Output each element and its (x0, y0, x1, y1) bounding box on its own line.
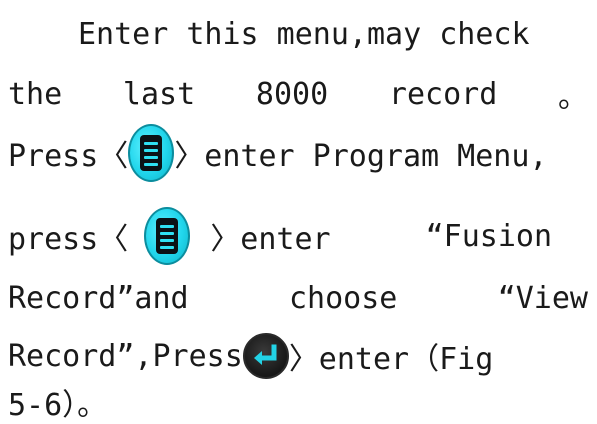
paragraph-line-6: Record”,Press 〉enter（Fig (8, 328, 588, 384)
text-press: Press〈 (8, 139, 129, 174)
period: 。 (558, 80, 588, 115)
text-enter-fig: 〉enter（Fig (288, 342, 494, 377)
record-count: 8000 (255, 76, 329, 112)
text-enter-2: 〉enter (210, 222, 331, 257)
menu-key-icon (128, 124, 175, 182)
text-record-press: Record”,Press (8, 338, 243, 374)
text-line-1: Enter this menu,may check (78, 16, 530, 52)
text-enter-program-menu: 〉enter Program Menu, (174, 139, 548, 174)
text-press-2: press〈 (8, 222, 129, 257)
manual-page: Enter this menu,may check the last 8000 … (0, 0, 597, 424)
text-view: “View (497, 280, 588, 316)
paragraph-line-4: press〈 〉enter “Fusion (8, 207, 588, 265)
text-fusion: “Fusion (425, 218, 553, 254)
paragraph-line-2: the last 8000 record 。 (8, 66, 588, 122)
word-last: last (122, 76, 196, 112)
paragraph-line-5: Record”and choose “View (8, 270, 588, 326)
paragraph-line-1: Enter this menu,may check (8, 6, 588, 62)
figure-ref: 5-6）。 (8, 388, 108, 423)
menu-key-icon (144, 207, 191, 265)
enter-key-icon (242, 333, 289, 379)
text-choose: choose (288, 280, 398, 316)
paragraph-line-3: Press〈 〉enter Program Menu, (8, 124, 588, 182)
word-the: the (8, 76, 63, 112)
paragraph-line-7: 5-6）。 (8, 382, 588, 423)
word-record: record (388, 76, 498, 112)
text-record-and: Record”and (8, 280, 189, 316)
